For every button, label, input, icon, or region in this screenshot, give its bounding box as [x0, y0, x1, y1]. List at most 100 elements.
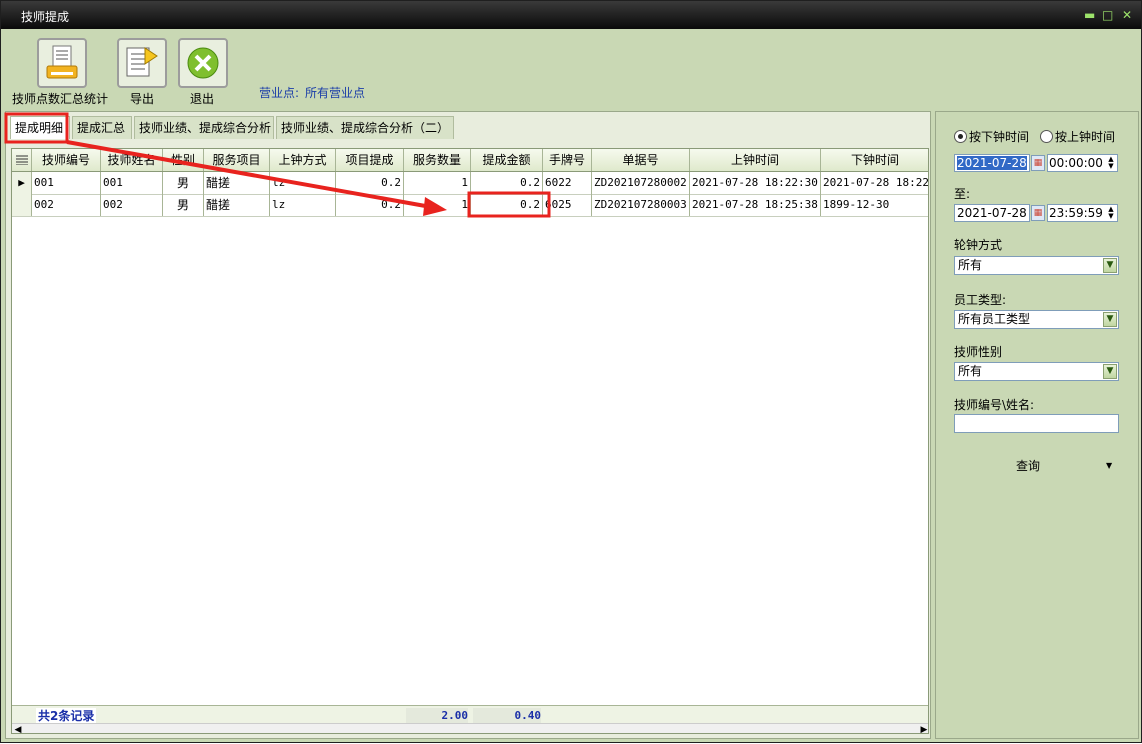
- cell-item-commission[interactable]: 0.2: [336, 194, 404, 216]
- tab-performance-analysis-2[interactable]: 技师业绩、提成综合分析（二）: [276, 116, 454, 139]
- end-date-value: 2021-07-28: [957, 206, 1027, 220]
- total-quantity: 2.00: [406, 708, 468, 724]
- radio-clock-off[interactable]: 按下钟时间: [954, 128, 1029, 145]
- export-button[interactable]: [117, 38, 167, 88]
- table-row[interactable]: 002 002 男 醋搓 lz 0.2 1 0.2 6025 ZD2021072…: [12, 194, 928, 217]
- start-date-value: 2021-07-28: [957, 156, 1027, 170]
- commission-grid: 技师编号 技师姓名 性别 服务项目 上钟方式 项目提成 服务数量 提成金额 手牌…: [11, 148, 929, 734]
- cell-commission-amount[interactable]: 0.2: [471, 194, 543, 216]
- report-label: 技师点数汇总统计: [12, 92, 109, 106]
- cell-clock-method[interactable]: lz: [270, 194, 336, 216]
- total-amount: 0.40: [473, 708, 541, 724]
- chevron-down-icon[interactable]: ▼: [1103, 258, 1117, 273]
- cell-clock-off-time[interactable]: 1899-12-30: [821, 194, 928, 216]
- cell-quantity[interactable]: 1: [404, 194, 471, 216]
- column-header[interactable]: 上钟方式: [270, 149, 336, 171]
- cell-tech-id[interactable]: 002: [32, 194, 101, 216]
- grid-footer: 共2条记录 2.00 0.40: [12, 705, 928, 724]
- tab-commission-detail[interactable]: 提成明细: [10, 116, 70, 139]
- staff-type-select[interactable]: 所有员工类型 ▼: [954, 310, 1119, 329]
- query-button[interactable]: 查询: [1016, 457, 1040, 474]
- rotation-value: 所有: [958, 258, 983, 272]
- staff-type-label: 员工类型:: [954, 293, 1007, 307]
- radio-unselected-icon: [1040, 130, 1053, 143]
- rotation-select[interactable]: 所有 ▼: [954, 256, 1119, 275]
- cell-clock-on-time[interactable]: 2021-07-28 18:25:38: [690, 194, 821, 216]
- end-time-field[interactable]: 23:59:59 ▲ ▼: [1047, 204, 1118, 222]
- grid-header: 技师编号 技师姓名 性别 服务项目 上钟方式 项目提成 服务数量 提成金额 手牌…: [12, 149, 928, 172]
- cell-hand-tag[interactable]: 6022: [543, 172, 592, 194]
- cell-quantity[interactable]: 1: [404, 172, 471, 194]
- start-calendar-icon[interactable]: ▦: [1031, 155, 1045, 171]
- store-value: 所有营业点: [305, 86, 366, 100]
- cell-gender[interactable]: 男: [163, 172, 204, 194]
- search-label: 技师编号\姓名:: [954, 398, 1035, 412]
- spinner-icon[interactable]: ▲ ▼: [1106, 156, 1116, 170]
- column-header[interactable]: 项目提成: [336, 149, 404, 171]
- export-label: 导出: [130, 92, 155, 106]
- cell-service[interactable]: 醋搓: [204, 172, 270, 194]
- cell-tech-name[interactable]: 001: [101, 172, 163, 194]
- end-date-field[interactable]: 2021-07-28: [954, 204, 1030, 222]
- end-calendar-icon[interactable]: ▦: [1031, 205, 1045, 221]
- row-selector[interactable]: [12, 194, 32, 216]
- cell-tech-id[interactable]: 001: [32, 172, 101, 194]
- cell-clock-on-time[interactable]: 2021-07-28 18:22:30: [690, 172, 821, 194]
- record-count: 共2条记录: [36, 708, 97, 724]
- store-indicator: 营业点: 所有营业点: [259, 84, 365, 101]
- radio-selected-icon: [954, 130, 967, 143]
- tab-performance-analysis[interactable]: 技师业绩、提成综合分析: [134, 116, 274, 139]
- start-time-field[interactable]: 00:00:00 ▲ ▼: [1047, 154, 1118, 172]
- column-header[interactable]: 上钟时间: [690, 149, 821, 171]
- chevron-down-icon[interactable]: ▼: [1103, 312, 1117, 327]
- title-bar: 技师提成 ▬ □ ✕: [1, 1, 1141, 29]
- table-row[interactable]: ▶ 001 001 男 醋搓 lz 0.2 1 0.2 6022 ZD20210…: [12, 172, 928, 195]
- toolbar: 技师点数汇总统计 导出 退出 营业点: 所有营业点: [1, 29, 1141, 109]
- scroll-left-icon[interactable]: ◀: [12, 724, 24, 733]
- row-selector-header[interactable]: [12, 149, 32, 171]
- cell-clock-method[interactable]: lz: [270, 172, 336, 194]
- cell-order-no[interactable]: ZD202107280002: [592, 172, 690, 194]
- cell-clock-off-time[interactable]: 2021-07-28 18:22:3: [821, 172, 928, 194]
- start-date-field[interactable]: 2021-07-28: [954, 154, 1030, 172]
- column-header[interactable]: 服务数量: [404, 149, 471, 171]
- app-window: 技师提成 ▬ □ ✕ 技师点数汇总统计 导出 退出 营业点: 所有营业点 提成明…: [0, 0, 1142, 743]
- column-header[interactable]: 下钟时间: [821, 149, 928, 171]
- close-button[interactable]: ✕: [1122, 8, 1132, 22]
- scroll-right-icon[interactable]: ▶: [918, 724, 928, 733]
- start-time-value: 00:00:00: [1049, 156, 1103, 170]
- exit-button[interactable]: [178, 38, 228, 88]
- radio-clock-on-label: 按上钟时间: [1055, 130, 1116, 144]
- tab-commission-summary[interactable]: 提成汇总: [72, 116, 132, 139]
- cell-order-no[interactable]: ZD202107280003: [592, 194, 690, 216]
- column-header[interactable]: 单据号: [592, 149, 690, 171]
- report-button[interactable]: [37, 38, 87, 88]
- spinner-icon[interactable]: ▲ ▼: [1106, 206, 1116, 220]
- radio-clock-off-label: 按下钟时间: [969, 130, 1030, 144]
- end-time-value: 23:59:59: [1049, 206, 1103, 220]
- rotation-label: 轮钟方式: [954, 238, 1003, 252]
- chevron-down-icon[interactable]: ▼: [1103, 364, 1117, 379]
- column-header[interactable]: 性别: [163, 149, 204, 171]
- column-header[interactable]: 技师姓名: [101, 149, 163, 171]
- cell-gender[interactable]: 男: [163, 194, 204, 216]
- cell-commission-amount[interactable]: 0.2: [471, 172, 543, 194]
- column-header[interactable]: 服务项目: [204, 149, 270, 171]
- radio-clock-on[interactable]: 按上钟时间: [1040, 128, 1115, 145]
- horizontal-scrollbar[interactable]: ◀ ▶: [12, 723, 928, 733]
- minimize-button[interactable]: ▬: [1084, 8, 1095, 22]
- exit-label: 退出: [190, 92, 215, 106]
- gender-select[interactable]: 所有 ▼: [954, 362, 1119, 381]
- column-header[interactable]: 手牌号: [543, 149, 592, 171]
- maximize-button[interactable]: □: [1102, 8, 1113, 22]
- column-header[interactable]: 提成金额: [471, 149, 543, 171]
- cell-service[interactable]: 醋搓: [204, 194, 270, 216]
- cell-tech-name[interactable]: 002: [101, 194, 163, 216]
- column-header[interactable]: 技师编号: [32, 149, 101, 171]
- cell-item-commission[interactable]: 0.2: [336, 172, 404, 194]
- row-pointer-icon: ▶: [12, 172, 32, 194]
- tech-search-input[interactable]: [954, 414, 1119, 433]
- cell-hand-tag[interactable]: 6025: [543, 194, 592, 216]
- caret-down-icon[interactable]: ▼: [1106, 461, 1112, 470]
- window-title: 技师提成: [21, 10, 70, 24]
